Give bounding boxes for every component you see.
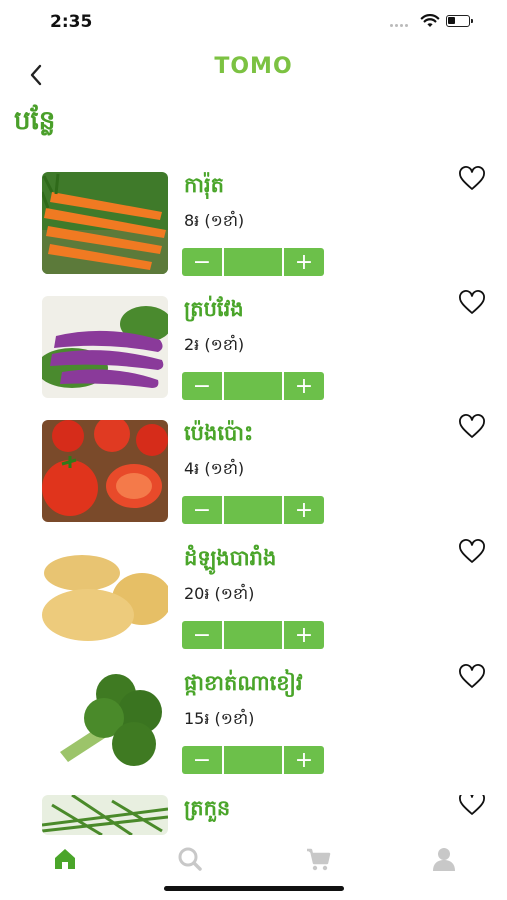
- product-item[interactable]: ត្រប់វែង 2៛ (១ខាំ) − +: [0, 290, 507, 416]
- battery-cap: [471, 19, 473, 23]
- product-item[interactable]: ត្រកួន: [0, 795, 507, 835]
- product-name: ផ្កាខាត់ណាខៀវ: [184, 671, 303, 695]
- product-image-potato: [42, 545, 168, 647]
- increase-button[interactable]: +: [284, 496, 324, 524]
- tab-search-icon[interactable]: [177, 846, 203, 872]
- product-image-water-spinach: [42, 795, 168, 835]
- decrease-button[interactable]: −: [182, 621, 222, 649]
- product-item[interactable]: ដំឡូងបារាំង 20៛ (១ខាំ) − +: [0, 539, 507, 665]
- quantity-stepper: − +: [182, 621, 324, 649]
- home-indicator: [164, 886, 344, 891]
- increase-button[interactable]: +: [284, 372, 324, 400]
- heart-icon[interactable]: [458, 539, 486, 565]
- product-image-eggplant: [42, 296, 168, 398]
- product-price: 8៛ (១ខាំ): [184, 211, 245, 230]
- quantity-value: [222, 496, 284, 524]
- decrease-button[interactable]: −: [182, 248, 222, 276]
- decrease-button[interactable]: −: [182, 746, 222, 774]
- status-bar: 2:35: [0, 0, 507, 48]
- product-item[interactable]: ប៉េងប៉ោះ 4៛ (១ខាំ) − +: [0, 414, 507, 540]
- decrease-button[interactable]: −: [182, 496, 222, 524]
- product-price: 20៛ (១ខាំ): [184, 584, 255, 603]
- quantity-value: [222, 621, 284, 649]
- quantity-value: [222, 746, 284, 774]
- quantity-stepper: − +: [182, 746, 324, 774]
- product-name: ការ៉ុត: [184, 173, 224, 197]
- product-name: ដំឡូងបារាំង: [184, 546, 277, 570]
- status-time: 2:35: [50, 12, 93, 32]
- app-logo: TOMO: [214, 54, 293, 79]
- tab-cart-icon[interactable]: [305, 846, 331, 872]
- wifi-icon: [420, 14, 440, 27]
- product-item[interactable]: ផ្កាខាត់ណាខៀវ 15៛ (១ខាំ) − +: [0, 664, 507, 790]
- product-item[interactable]: ការ៉ុត 8៛ (១ខាំ) − +: [0, 166, 507, 292]
- heart-icon[interactable]: [458, 290, 486, 316]
- product-name: ត្រកួន: [184, 796, 231, 820]
- product-image-carrot: [42, 172, 168, 274]
- product-name: ត្រប់វែង: [184, 297, 244, 321]
- decrease-button[interactable]: −: [182, 372, 222, 400]
- tab-home-icon[interactable]: [52, 846, 78, 872]
- page-title: បន្លែ: [14, 106, 56, 136]
- increase-button[interactable]: +: [284, 746, 324, 774]
- increase-button[interactable]: +: [284, 248, 324, 276]
- quantity-stepper: − +: [182, 496, 324, 524]
- heart-icon[interactable]: [458, 166, 486, 192]
- increase-button[interactable]: +: [284, 621, 324, 649]
- quantity-stepper: − +: [182, 372, 324, 400]
- signal-icon: [390, 24, 408, 27]
- product-image-broccoli: [42, 670, 168, 772]
- tab-profile-icon[interactable]: [431, 846, 457, 872]
- product-name: ប៉េងប៉ោះ: [184, 421, 254, 445]
- product-price: 4៛ (១ខាំ): [184, 459, 245, 478]
- quantity-value: [222, 248, 284, 276]
- product-price: 15៛ (១ខាំ): [184, 709, 255, 728]
- quantity-stepper: − +: [182, 248, 324, 276]
- quantity-value: [222, 372, 284, 400]
- heart-icon[interactable]: [458, 795, 486, 817]
- heart-icon[interactable]: [458, 664, 486, 690]
- product-image-tomato: [42, 420, 168, 522]
- battery-icon: [446, 15, 470, 27]
- product-price: 2៛ (១ខាំ): [184, 335, 245, 354]
- heart-icon[interactable]: [458, 414, 486, 440]
